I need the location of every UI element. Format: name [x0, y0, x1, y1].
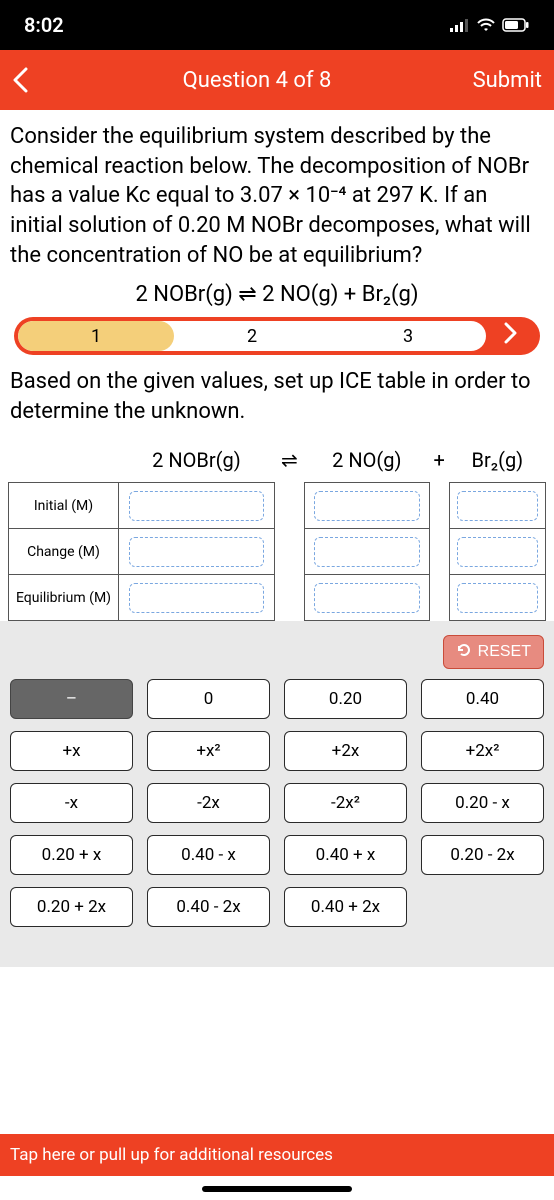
tile-0p40[interactable]: 0.40	[421, 679, 544, 719]
step-next-button[interactable]	[486, 322, 536, 350]
tile-0p40-minus-x[interactable]: 0.40 - x	[147, 835, 270, 875]
answer-tile-pool: RESET – 0 0.20 0.40 +x +x² +2x +2x² -x -…	[0, 621, 554, 967]
tile-0p20-plus-x[interactable]: 0.20 + x	[10, 835, 133, 875]
ice-row-change: Change (M)	[9, 529, 119, 575]
step-3[interactable]: 3	[330, 321, 486, 351]
reaction-equation: 2 NOBr(g) ⇌ 2 NO(g) + Br₂(g)	[8, 282, 546, 307]
tile-blank[interactable]: –	[10, 679, 133, 719]
tile-0p20-minus-x[interactable]: 0.20 - x	[421, 783, 544, 823]
tile-0p20[interactable]: 0.20	[284, 679, 407, 719]
drop-change-br2[interactable]	[457, 537, 537, 567]
ice-row-initial: Initial (M)	[9, 483, 119, 529]
tile-0p40-minus-2x[interactable]: 0.40 - 2x	[147, 887, 270, 927]
step-instruction: Based on the given values, set up ICE ta…	[8, 365, 546, 436]
additional-resources-bar[interactable]: Tap here or pull up for additional resou…	[0, 1134, 554, 1176]
step-2[interactable]: 2	[174, 321, 330, 351]
tile-plus-x[interactable]: +x	[10, 731, 133, 771]
question-prompt: Consider the equilibrium system describe…	[8, 118, 546, 278]
reset-label: RESET	[478, 643, 531, 661]
status-icons	[450, 13, 530, 37]
equilibrium-arrow: ⇌	[274, 437, 304, 483]
tile-0p40-plus-2x[interactable]: 0.40 + 2x	[284, 887, 407, 927]
step-1[interactable]: 1	[18, 321, 174, 351]
tile-0p20-minus-2x[interactable]: 0.20 - 2x	[421, 835, 544, 875]
drop-change-nobr[interactable]	[129, 537, 264, 567]
tile-0p20-plus-2x[interactable]: 0.20 + 2x	[10, 887, 133, 927]
tile-0p40-plus-x[interactable]: 0.40 + x	[284, 835, 407, 875]
question-title: Question 4 of 8	[52, 68, 462, 93]
ice-col-no: 2 NO(g)	[304, 437, 429, 483]
ice-row-equilibrium: Equilibrium (M)	[9, 575, 119, 621]
status-bar: 8:02	[0, 0, 554, 50]
question-header: Question 4 of 8 Submit	[0, 50, 554, 110]
drop-eq-br2[interactable]	[457, 583, 537, 613]
back-button[interactable]	[12, 67, 52, 93]
tile-minus-2x[interactable]: -2x	[147, 783, 270, 823]
tile-plus-x2[interactable]: +x²	[147, 731, 270, 771]
home-indicator[interactable]	[202, 1186, 352, 1192]
wifi-icon	[476, 13, 496, 37]
reset-button[interactable]: RESET	[443, 635, 544, 669]
drop-initial-nobr[interactable]	[129, 491, 264, 521]
tile-minus-2x2[interactable]: -2x²	[284, 783, 407, 823]
drop-initial-br2[interactable]	[457, 491, 537, 521]
drop-eq-nobr[interactable]	[129, 583, 264, 613]
tile-minus-x[interactable]: -x	[10, 783, 133, 823]
tile-plus-2x2[interactable]: +2x²	[421, 731, 544, 771]
battery-icon	[502, 13, 530, 37]
drop-change-no[interactable]	[314, 537, 421, 567]
signal-icon	[450, 13, 470, 37]
submit-button[interactable]: Submit	[462, 68, 542, 93]
tile-0[interactable]: 0	[147, 679, 270, 719]
undo-icon	[456, 642, 472, 663]
ice-col-br2: Br₂(g)	[449, 437, 545, 483]
drop-initial-no[interactable]	[314, 491, 421, 521]
step-indicator: 1 2 3	[14, 317, 540, 355]
plus-sign: +	[429, 437, 449, 483]
ice-table: 2 NOBr(g) ⇌ 2 NO(g) + Br₂(g) Initial (M)	[8, 437, 546, 622]
ice-col-nobr: 2 NOBr(g)	[119, 437, 275, 483]
tile-plus-2x[interactable]: +2x	[284, 731, 407, 771]
status-time: 8:02	[24, 13, 64, 37]
drop-eq-no[interactable]	[314, 583, 421, 613]
